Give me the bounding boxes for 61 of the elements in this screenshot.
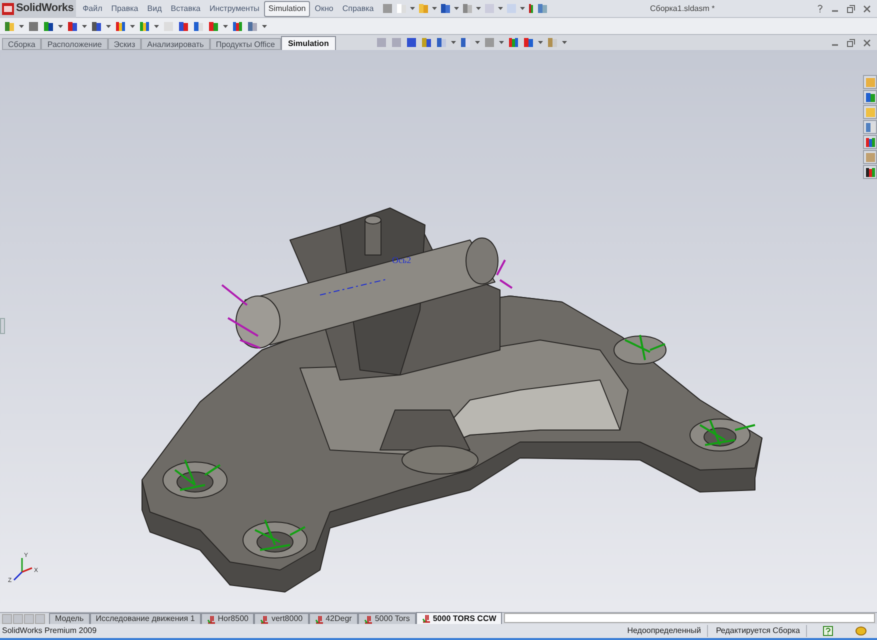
sheet-tab[interactable]: vert8000 <box>254 613 309 624</box>
caret-icon[interactable] <box>410 7 415 10</box>
caret-icon[interactable] <box>474 41 480 44</box>
logo-icon <box>2 2 14 14</box>
caret-icon[interactable] <box>454 7 459 10</box>
menu-item[interactable]: Правка <box>107 0 142 16</box>
close-icon[interactable] <box>863 4 871 12</box>
study-icon <box>314 614 324 624</box>
menu-item[interactable]: Вид <box>143 0 166 16</box>
caret-icon[interactable] <box>223 24 228 28</box>
sheet-tab[interactable]: Модель <box>49 613 90 624</box>
sheet-tab[interactable]: 5000 Tors <box>358 613 416 624</box>
caret-icon[interactable] <box>58 24 63 28</box>
caret-icon[interactable] <box>130 24 135 28</box>
caret-icon[interactable] <box>262 24 267 28</box>
caret-icon[interactable] <box>154 24 159 28</box>
product-name: SolidWorks Premium 2009 <box>2 625 97 637</box>
panel-splitter-handle[interactable] <box>0 318 5 334</box>
command-tab[interactable]: Расположение <box>41 38 108 50</box>
study-icon <box>364 614 373 624</box>
help-icon[interactable] <box>817 4 823 13</box>
command-tab[interactable]: Анализировать <box>141 38 210 50</box>
caret-icon[interactable] <box>498 41 504 44</box>
command-tab[interactable]: Simulation <box>280 36 336 50</box>
caret-icon[interactable] <box>82 24 87 28</box>
menu-item[interactable]: Окно <box>310 0 338 16</box>
status-field: Недоопределенный <box>627 625 708 637</box>
command-tab[interactable]: Эскиз <box>108 38 142 50</box>
sheet-tab[interactable]: Исследование движения 1 <box>90 613 201 624</box>
sheet-tab[interactable]: 5000 TORS CCW <box>416 612 502 624</box>
menu-item[interactable]: Инструменты <box>205 0 264 16</box>
sheet-tab[interactable]: Hor8500 <box>200 613 254 624</box>
menu-item[interactable]: Файл <box>78 0 106 16</box>
caret-icon[interactable] <box>498 7 503 10</box>
caret-icon[interactable] <box>432 7 437 10</box>
rebuild-icon[interactable] <box>855 626 867 636</box>
restore-icon[interactable] <box>847 38 855 46</box>
command-tab[interactable]: Сборка <box>2 38 42 50</box>
menu-item[interactable]: Справка <box>338 0 378 16</box>
sheet-tab[interactable]: 42Degr <box>308 613 358 624</box>
caret-icon[interactable] <box>476 7 481 10</box>
caret-icon[interactable] <box>106 24 111 28</box>
menu-item[interactable]: Simulation <box>264 0 310 16</box>
horizontal-scrollbar[interactable] <box>504 613 875 623</box>
restore-icon[interactable] <box>847 4 855 12</box>
app-name: SolidWorks <box>16 1 74 16</box>
command-tab[interactable]: Продукты Office <box>210 38 281 50</box>
help-icon[interactable] <box>823 626 833 636</box>
menu-item[interactable]: Вставка <box>166 0 204 16</box>
coordinate-triad-icon <box>13 558 32 581</box>
caret-icon[interactable] <box>538 41 543 44</box>
status-field: Редактируется Сборка <box>716 625 807 637</box>
caret-icon[interactable] <box>19 24 24 28</box>
window-title: Сборка1.sldasm * <box>650 2 715 14</box>
study-icon <box>422 614 431 623</box>
caret-icon[interactable] <box>562 41 567 44</box>
study-icon <box>206 614 216 624</box>
caret-icon[interactable] <box>520 7 525 10</box>
study-icon <box>260 614 270 624</box>
caret-icon[interactable] <box>450 41 456 44</box>
close-icon[interactable] <box>863 38 871 46</box>
